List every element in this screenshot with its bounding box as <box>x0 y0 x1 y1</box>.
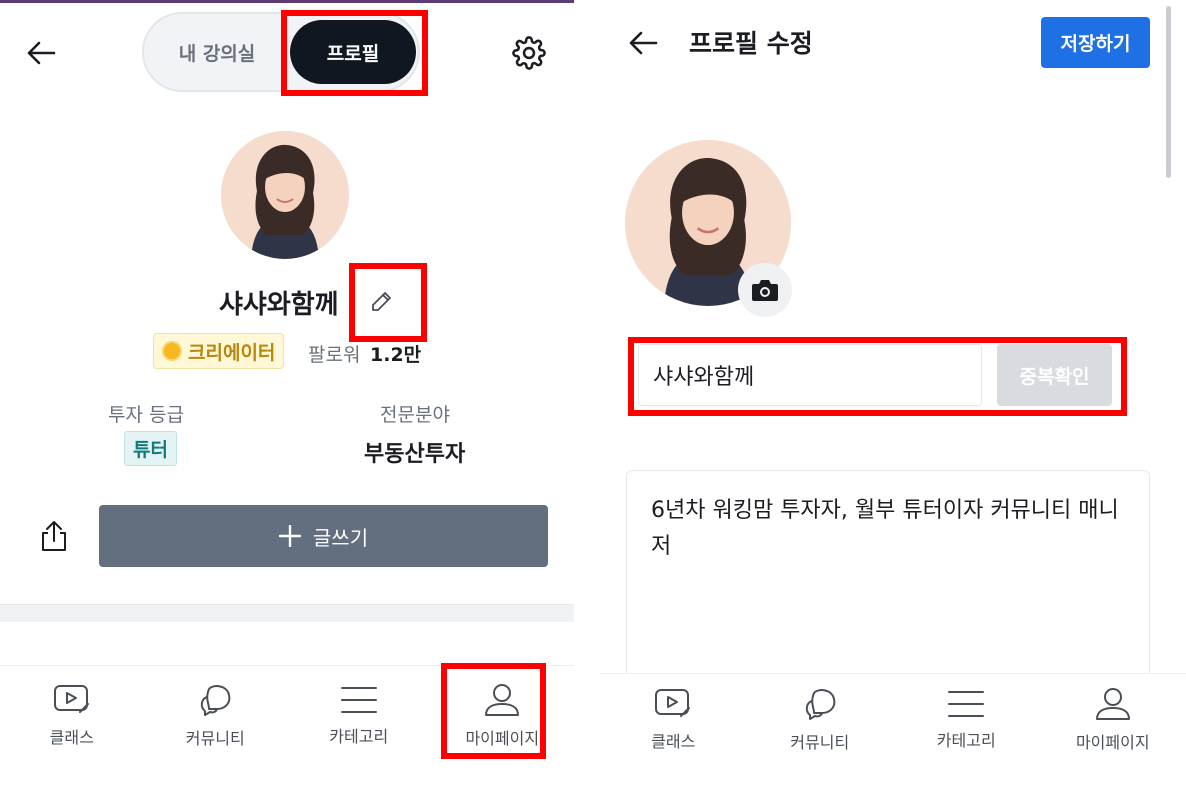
change-photo-button[interactable] <box>738 263 792 317</box>
nav-mypage[interactable]: 마이페이지 <box>431 666 575 765</box>
nav-mypage[interactable]: 마이페이지 <box>1040 674 1186 765</box>
nav-community[interactable]: 커뮤니티 <box>144 666 288 765</box>
back-arrow-icon[interactable] <box>624 24 662 62</box>
bio-textarea[interactable]: 6년차 워킹맘 투자자, 월부 튜터이자 커뮤니티 매니저 <box>626 470 1150 700</box>
grade-label: 투자 등급 <box>108 404 184 426</box>
nav-category[interactable]: 카테고리 <box>893 674 1040 765</box>
top-accent-line <box>0 0 574 3</box>
chat-bubble-icon <box>201 684 231 716</box>
profile-name: 샤샤와함께 <box>219 290 339 320</box>
section-divider <box>0 604 574 622</box>
nav-category-label: 카테고리 <box>936 730 996 750</box>
medal-icon <box>162 341 182 361</box>
share-icon[interactable] <box>36 516 72 556</box>
play-video-icon <box>655 688 691 717</box>
gear-icon[interactable] <box>509 33 549 73</box>
nav-mypage-label: 마이페이지 <box>465 728 540 748</box>
scrollbar[interactable] <box>1166 6 1171 178</box>
plus-icon <box>278 525 301 547</box>
play-video-icon <box>53 684 89 713</box>
nav-class-label: 클래스 <box>49 727 94 747</box>
grade-badge: 튜터 <box>124 431 177 466</box>
pencil-icon[interactable] <box>365 284 399 318</box>
bottom-navigation: 클래스 커뮤니티 카테고리 마이페이지 <box>600 673 1186 765</box>
tab-profile[interactable]: 프로필 <box>290 20 416 84</box>
nav-category-label: 카테고리 <box>329 726 389 746</box>
bottom-navigation: 클래스 커뮤니티 카테고리 마이페이지 <box>0 665 574 765</box>
nav-community-label: 커뮤니티 <box>185 728 245 748</box>
nav-class[interactable]: 클래스 <box>600 674 747 765</box>
followers-label: 팔로워 <box>308 344 361 366</box>
page-title: 프로필 수정 <box>689 29 813 58</box>
user-icon <box>1095 687 1130 720</box>
menu-icon <box>948 690 985 717</box>
tab-my-classroom[interactable]: 내 강의실 <box>152 20 282 84</box>
nickname-input[interactable]: 샤샤와함께 <box>638 344 982 406</box>
write-post-button[interactable]: 글쓰기 <box>99 505 548 567</box>
nav-class-label: 클래스 <box>651 731 696 751</box>
nav-mypage-label: 마이페이지 <box>1075 732 1150 752</box>
nav-class[interactable]: 클래스 <box>0 666 144 765</box>
profile-toggle: 내 강의실 프로필 <box>142 12 420 92</box>
write-post-label: 글쓰기 <box>312 525 369 550</box>
nav-category[interactable]: 카테고리 <box>287 666 431 765</box>
camera-icon <box>752 280 778 301</box>
avatar <box>221 131 349 259</box>
user-icon <box>485 683 520 716</box>
edit-profile-screen: 프로필 수정 저장하기 샤샤와함께 중복확인 6년차 워킹맘 투자자, 월부 튜… <box>600 0 1186 790</box>
nav-community[interactable]: 커뮤니티 <box>747 674 894 765</box>
field-label: 전문분야 <box>380 404 450 426</box>
profile-screen: 내 강의실 프로필 샤샤와함께 크리에이터 팔로워 1.2만 투자 등급 튜터 … <box>0 0 574 790</box>
back-arrow-icon[interactable] <box>22 34 60 72</box>
save-button[interactable]: 저장하기 <box>1041 17 1150 68</box>
followers-count: 1.2만 <box>370 344 422 366</box>
duplicate-check-button[interactable]: 중복확인 <box>997 344 1112 406</box>
creator-badge-label: 크리에이터 <box>188 341 276 364</box>
menu-icon <box>340 686 377 713</box>
field-value: 부동산투자 <box>364 442 466 467</box>
creator-badge: 크리에이터 <box>153 333 285 369</box>
chat-bubble-icon <box>805 688 836 720</box>
nav-community-label: 커뮤니티 <box>790 732 850 752</box>
